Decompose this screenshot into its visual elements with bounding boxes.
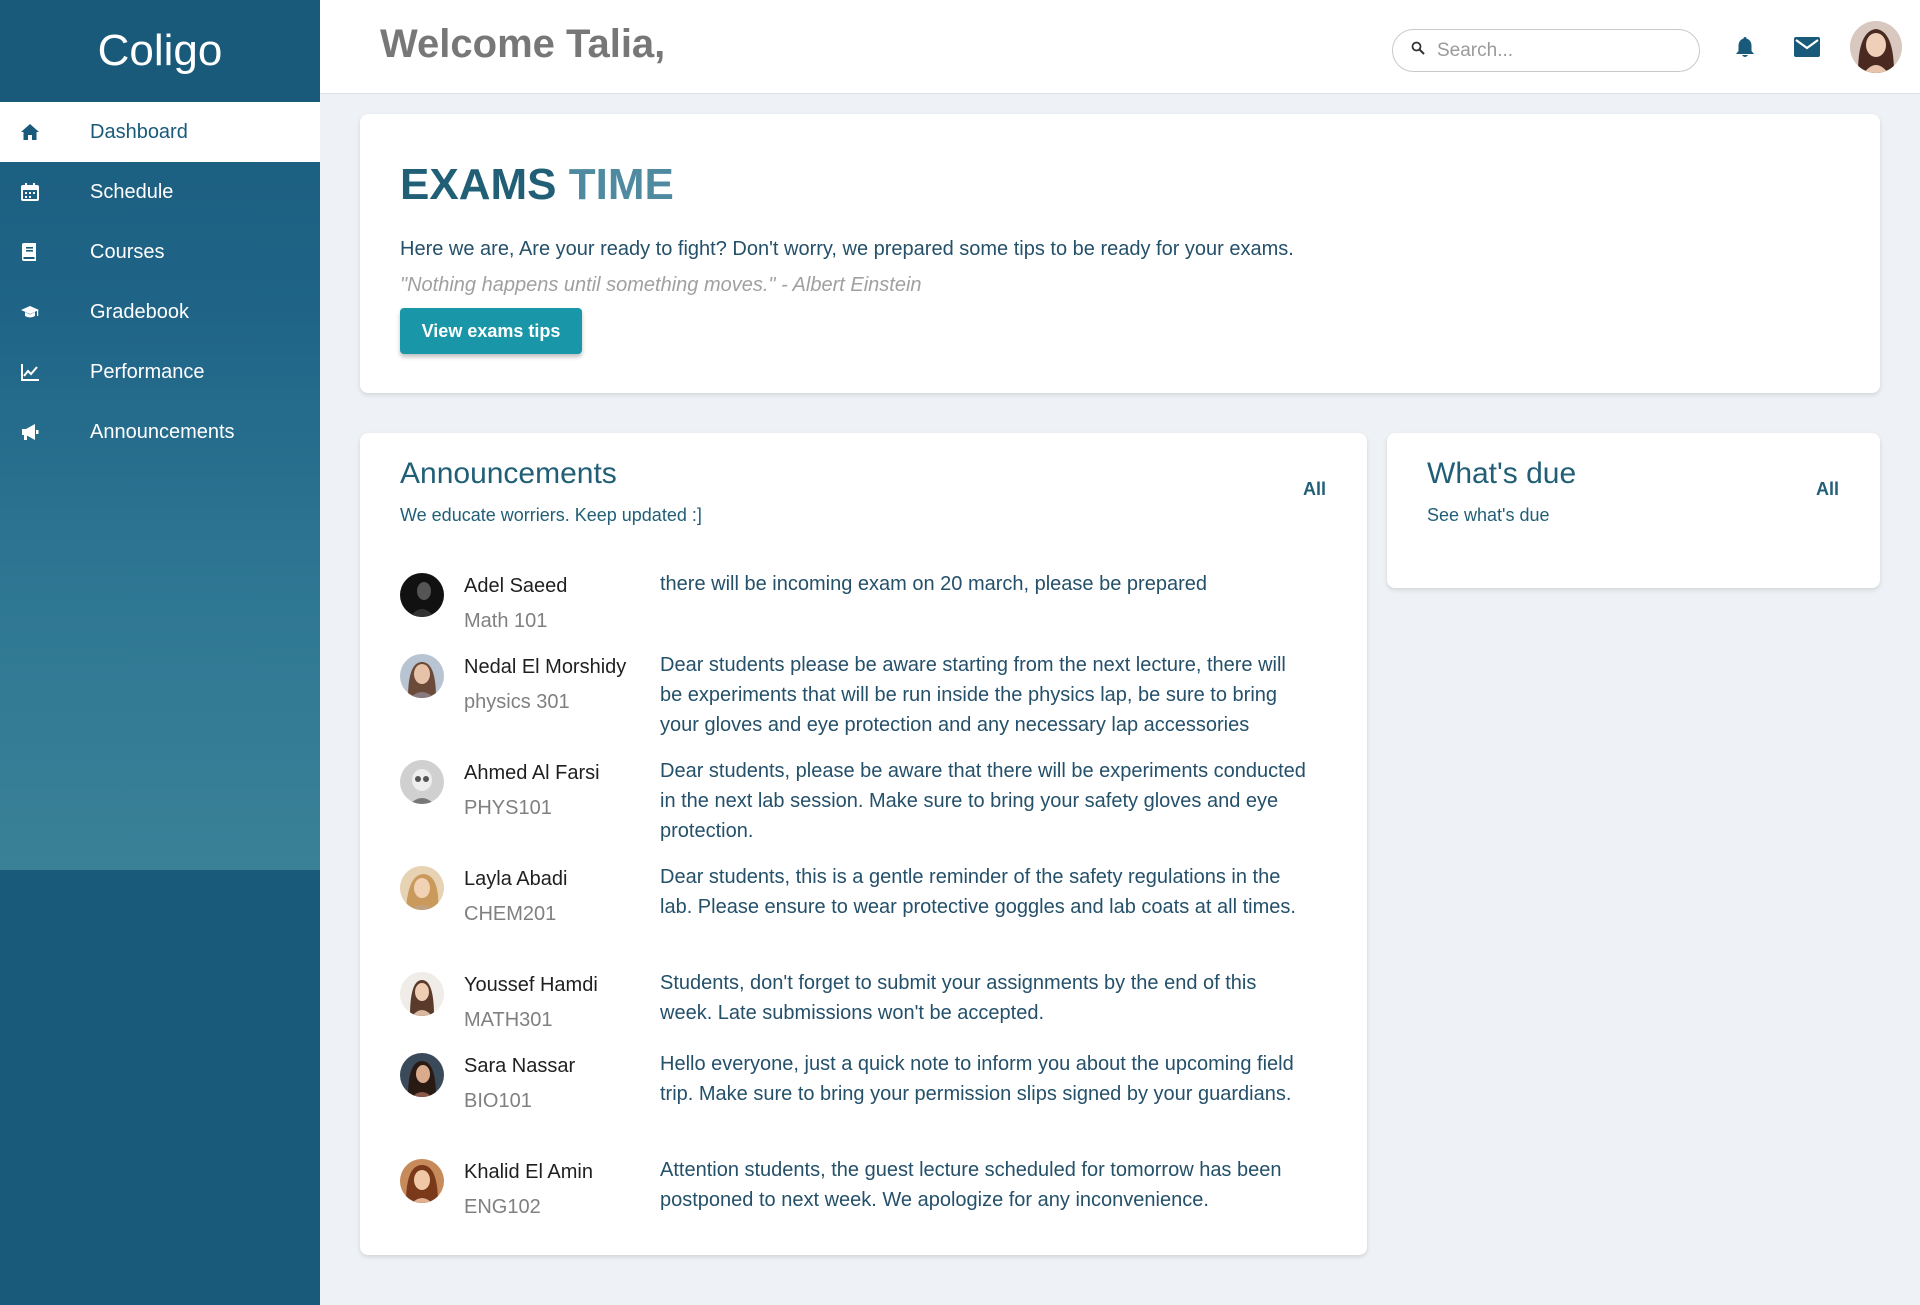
sidebar: Coligo Dashboard Schedule Courses Gradeb… [0,0,320,1305]
author-course: PHYS101 [464,797,552,819]
announcement-message: Dear students, please be aware that ther… [660,760,1306,842]
sidebar-item-label: Gradebook [90,300,189,323]
avatar [400,866,444,910]
author-course: ENG102 [464,1196,541,1218]
avatar [400,972,444,1016]
announcement-author: Khalid El Amin ENG102 [444,1155,660,1236]
announcement-author: Youssef Hamdi MATH301 [444,968,660,1049]
announcement-message: Dear students please be aware starting f… [660,654,1286,736]
avatar [400,1053,444,1097]
top-header: Welcome Talia, [320,0,1920,94]
view-exams-tips-button[interactable]: View exams tips [400,308,582,354]
announcements-list: Adel Saeed Math 101 there will be incomi… [400,569,1340,1236]
sidebar-item-performance[interactable]: Performance [0,342,320,402]
exams-text: Here we are, Are your ready to fight? Do… [400,238,1294,260]
announcement-author: Layla Abadi CHEM201 [444,862,660,968]
announcements-subtitle: We educate worriers. Keep updated :] [400,505,702,525]
author-name: Ahmed Al Farsi [464,762,600,784]
author-name: Adel Saeed [464,575,568,597]
whats-due-title: What's due [1427,457,1577,490]
megaphone-icon [0,422,90,442]
avatar [400,760,444,804]
sidebar-item-label: Dashboard [90,120,188,143]
book-icon [0,242,90,262]
avatar [400,654,444,698]
author-name: Nedal El Morshidy [464,656,627,678]
welcome-title: Welcome Talia, [380,22,666,66]
home-icon [0,122,90,142]
search-icon [1411,41,1425,60]
avatar[interactable] [1850,21,1902,73]
author-name: Layla Abadi [464,868,568,890]
sidebar-item-gradebook[interactable]: Gradebook [0,282,320,342]
sidebar-item-announcements[interactable]: Announcements [0,402,320,462]
announcement-author: Adel Saeed Math 101 [444,569,660,650]
exams-title-word2: TIME [568,160,674,209]
announcement-author: Nedal El Morshidy physics 301 [444,650,660,756]
avatar [400,573,444,617]
author-name: Youssef Hamdi [464,974,598,996]
author-course: CHEM201 [464,903,557,925]
exams-title-word1: EXAMS [400,160,557,209]
whats-due-card: What's due See what's due All [1387,433,1880,588]
brand-logo[interactable]: Coligo [0,0,320,102]
announcements-title: Announcements [400,457,617,490]
announcement-author: Ahmed Al Farsi PHYS101 [444,756,660,862]
announcement-message: Hello everyone, just a quick note to inf… [660,1053,1294,1105]
sidebar-item-label: Schedule [90,180,174,203]
exams-quote: "Nothing happens until something moves."… [400,274,922,296]
announcements-card: Announcements We educate worriers. Keep … [360,433,1367,1255]
sidebar-nav: Dashboard Schedule Courses Gradebook Per… [0,102,320,462]
exams-title: EXAMS TIME [400,160,674,210]
list-item[interactable]: Adel Saeed Math 101 there will be incomi… [400,569,1340,650]
list-item[interactable]: Nedal El Morshidy physics 301 Dear stude… [400,650,1340,756]
announcement-message: Students, don't forget to submit your as… [660,972,1257,1024]
list-item[interactable]: Ahmed Al Farsi PHYS101 Dear students, pl… [400,756,1340,862]
list-item[interactable]: Khalid El Amin ENG102 Attention students… [400,1155,1340,1236]
exams-card: EXAMS TIME Here we are, Are your ready t… [360,114,1880,393]
author-course: MATH301 [464,1009,553,1031]
sidebar-item-dashboard[interactable]: Dashboard [0,102,320,162]
sidebar-item-label: Performance [90,360,205,383]
list-item[interactable]: Youssef Hamdi MATH301 Students, don't fo… [400,968,1340,1049]
sidebar-item-schedule[interactable]: Schedule [0,162,320,222]
author-name: Khalid El Amin [464,1161,593,1183]
author-course: physics 301 [464,691,570,713]
announcements-all-link[interactable]: All [1303,479,1326,500]
search-box[interactable] [1392,29,1700,72]
avatar [400,1159,444,1203]
author-course: BIO101 [464,1090,532,1112]
author-course: Math 101 [464,610,548,632]
author-name: Sara Nassar [464,1055,576,1077]
sidebar-item-label: Courses [90,240,165,263]
announcement-message: there will be incoming exam on 20 march,… [660,573,1207,595]
mail-icon[interactable] [1791,33,1823,61]
bell-icon[interactable] [1731,33,1759,61]
sidebar-item-label: Announcements [90,420,235,443]
whats-due-subtitle: See what's due [1427,505,1550,525]
sidebar-item-courses[interactable]: Courses [0,222,320,282]
graduation-cap-icon [0,302,90,322]
announcement-message: Attention students, the guest lecture sc… [660,1159,1282,1211]
list-item[interactable]: Sara Nassar BIO101 Hello everyone, just … [400,1049,1340,1155]
search-input[interactable] [1437,39,1677,62]
whats-due-all-link[interactable]: All [1816,479,1839,500]
announcement-author: Sara Nassar BIO101 [444,1049,660,1155]
line-chart-icon [0,362,90,382]
list-item[interactable]: Layla Abadi CHEM201 Dear students, this … [400,862,1340,968]
calendar-icon [0,182,90,202]
announcement-message: Dear students, this is a gentle reminder… [660,866,1296,918]
